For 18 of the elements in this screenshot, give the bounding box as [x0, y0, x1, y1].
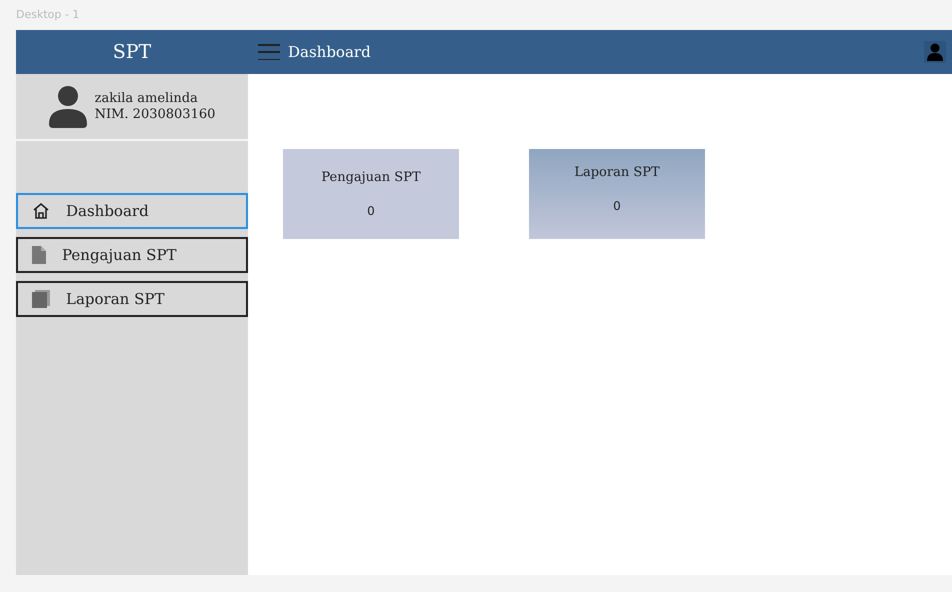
card-value: 0: [613, 198, 621, 215]
user-name: zakila amelinda: [94, 90, 199, 106]
book-icon: [32, 290, 50, 308]
home-icon: [32, 202, 50, 220]
card-title: Pengajuan SPT: [321, 169, 421, 188]
page-title: Dashboard: [288, 42, 371, 63]
frame-title: Desktop - 1: [16, 6, 80, 23]
sidebar-item[interactable]: Laporan SPT: [16, 281, 248, 317]
user-icon[interactable]: [924, 41, 946, 63]
document-icon: [32, 246, 46, 264]
card-title: Laporan SPT: [574, 164, 660, 182]
menu-icon[interactable]: [258, 44, 280, 60]
sidebar-item[interactable]: Dashboard: [16, 193, 248, 229]
app-title: SPT: [112, 40, 152, 65]
avatar-icon: [48, 86, 87, 128]
card-value: 0: [367, 202, 375, 220]
user-nim: NIM. 2030803160: [94, 106, 216, 122]
sidebar-item[interactable]: Pengajuan SPT: [16, 237, 248, 273]
